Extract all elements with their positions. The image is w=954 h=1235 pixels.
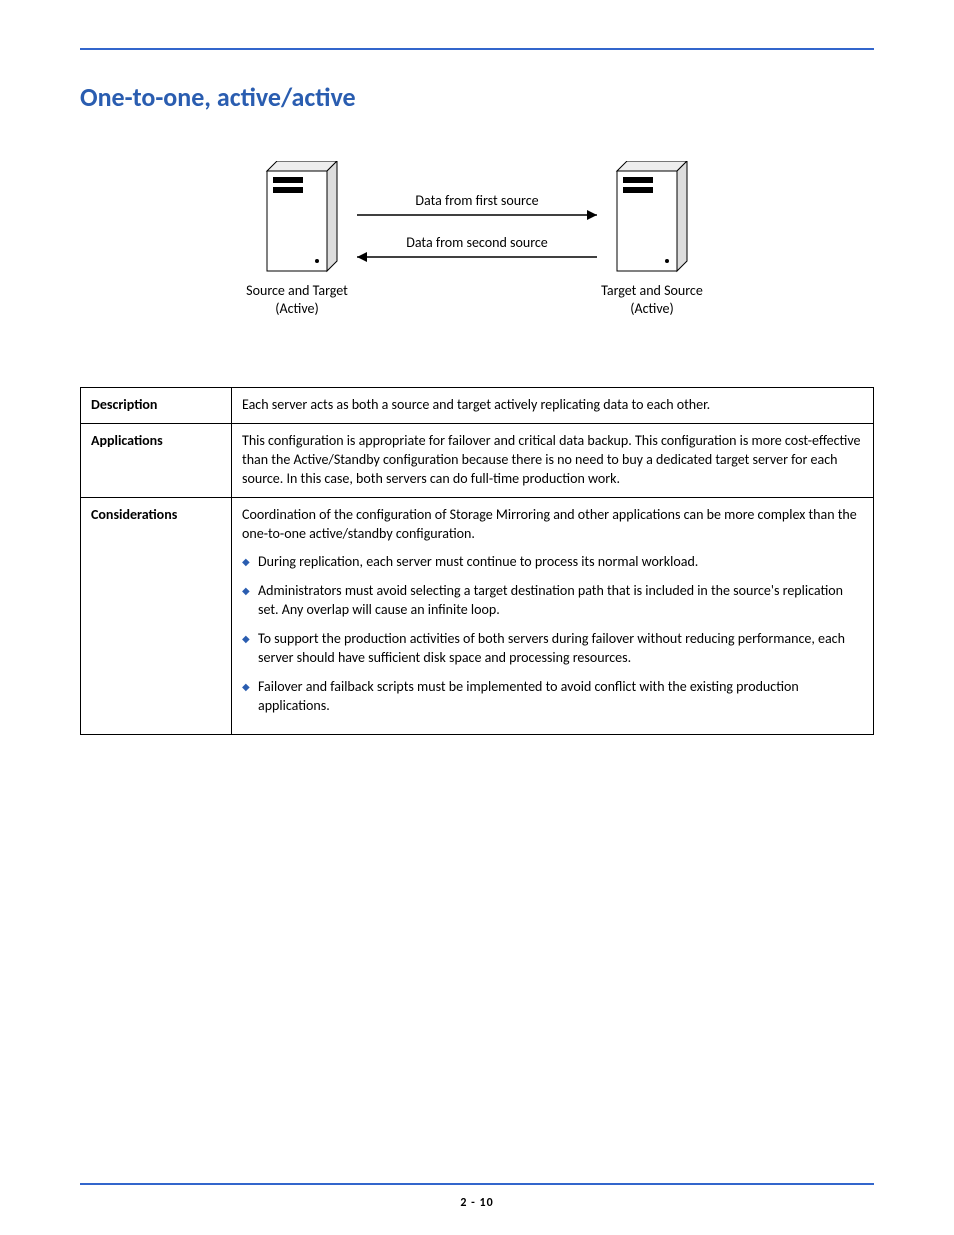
- row-value-applications: This configuration is appropriate for fa…: [232, 423, 874, 497]
- table-row: Applications This configuration is appro…: [81, 423, 874, 497]
- info-table: Description Each server acts as both a s…: [80, 387, 874, 735]
- list-item: Administrators must avoid selecting a ta…: [242, 582, 863, 620]
- row-label-considerations: Considerations: [81, 497, 232, 734]
- table-row: Description Each server acts as both a s…: [81, 388, 874, 424]
- arrow2-label: Data from second source: [406, 234, 548, 251]
- row-label-description: Description: [81, 388, 232, 424]
- right-caption-line2: (Active): [630, 300, 673, 317]
- arrowhead-right-icon: [587, 210, 597, 220]
- table-row: Considerations Coordination of the confi…: [81, 497, 874, 734]
- top-rule: [80, 48, 874, 50]
- considerations-intro: Coordination of the configuration of Sto…: [242, 506, 863, 544]
- diagram-svg: Source and Target (Active) Target and So…: [237, 161, 717, 351]
- row-value-considerations: Coordination of the configuration of Sto…: [232, 497, 874, 734]
- row-label-applications: Applications: [81, 423, 232, 497]
- page-title: One-to-one, active/active: [80, 80, 874, 115]
- server-icon: [617, 161, 687, 271]
- arrow1-label: Data from first source: [415, 192, 538, 209]
- arrowhead-left-icon: [357, 252, 367, 262]
- row-value-description: Each server acts as both a source and ta…: [232, 388, 874, 424]
- list-item: Failover and failback scripts must be im…: [242, 678, 863, 716]
- left-caption-line2: (Active): [275, 300, 318, 317]
- right-caption-line1: Target and Source: [601, 282, 703, 299]
- list-item: To support the production activities of …: [242, 630, 863, 668]
- left-caption-line1: Source and Target: [246, 282, 348, 299]
- page-number: 2 - 10: [80, 1195, 874, 1211]
- bottom-rule: [80, 1183, 874, 1185]
- architecture-diagram: Source and Target (Active) Target and So…: [80, 161, 874, 351]
- list-item: During replication, each server must con…: [242, 553, 863, 572]
- server-icon: [267, 161, 337, 271]
